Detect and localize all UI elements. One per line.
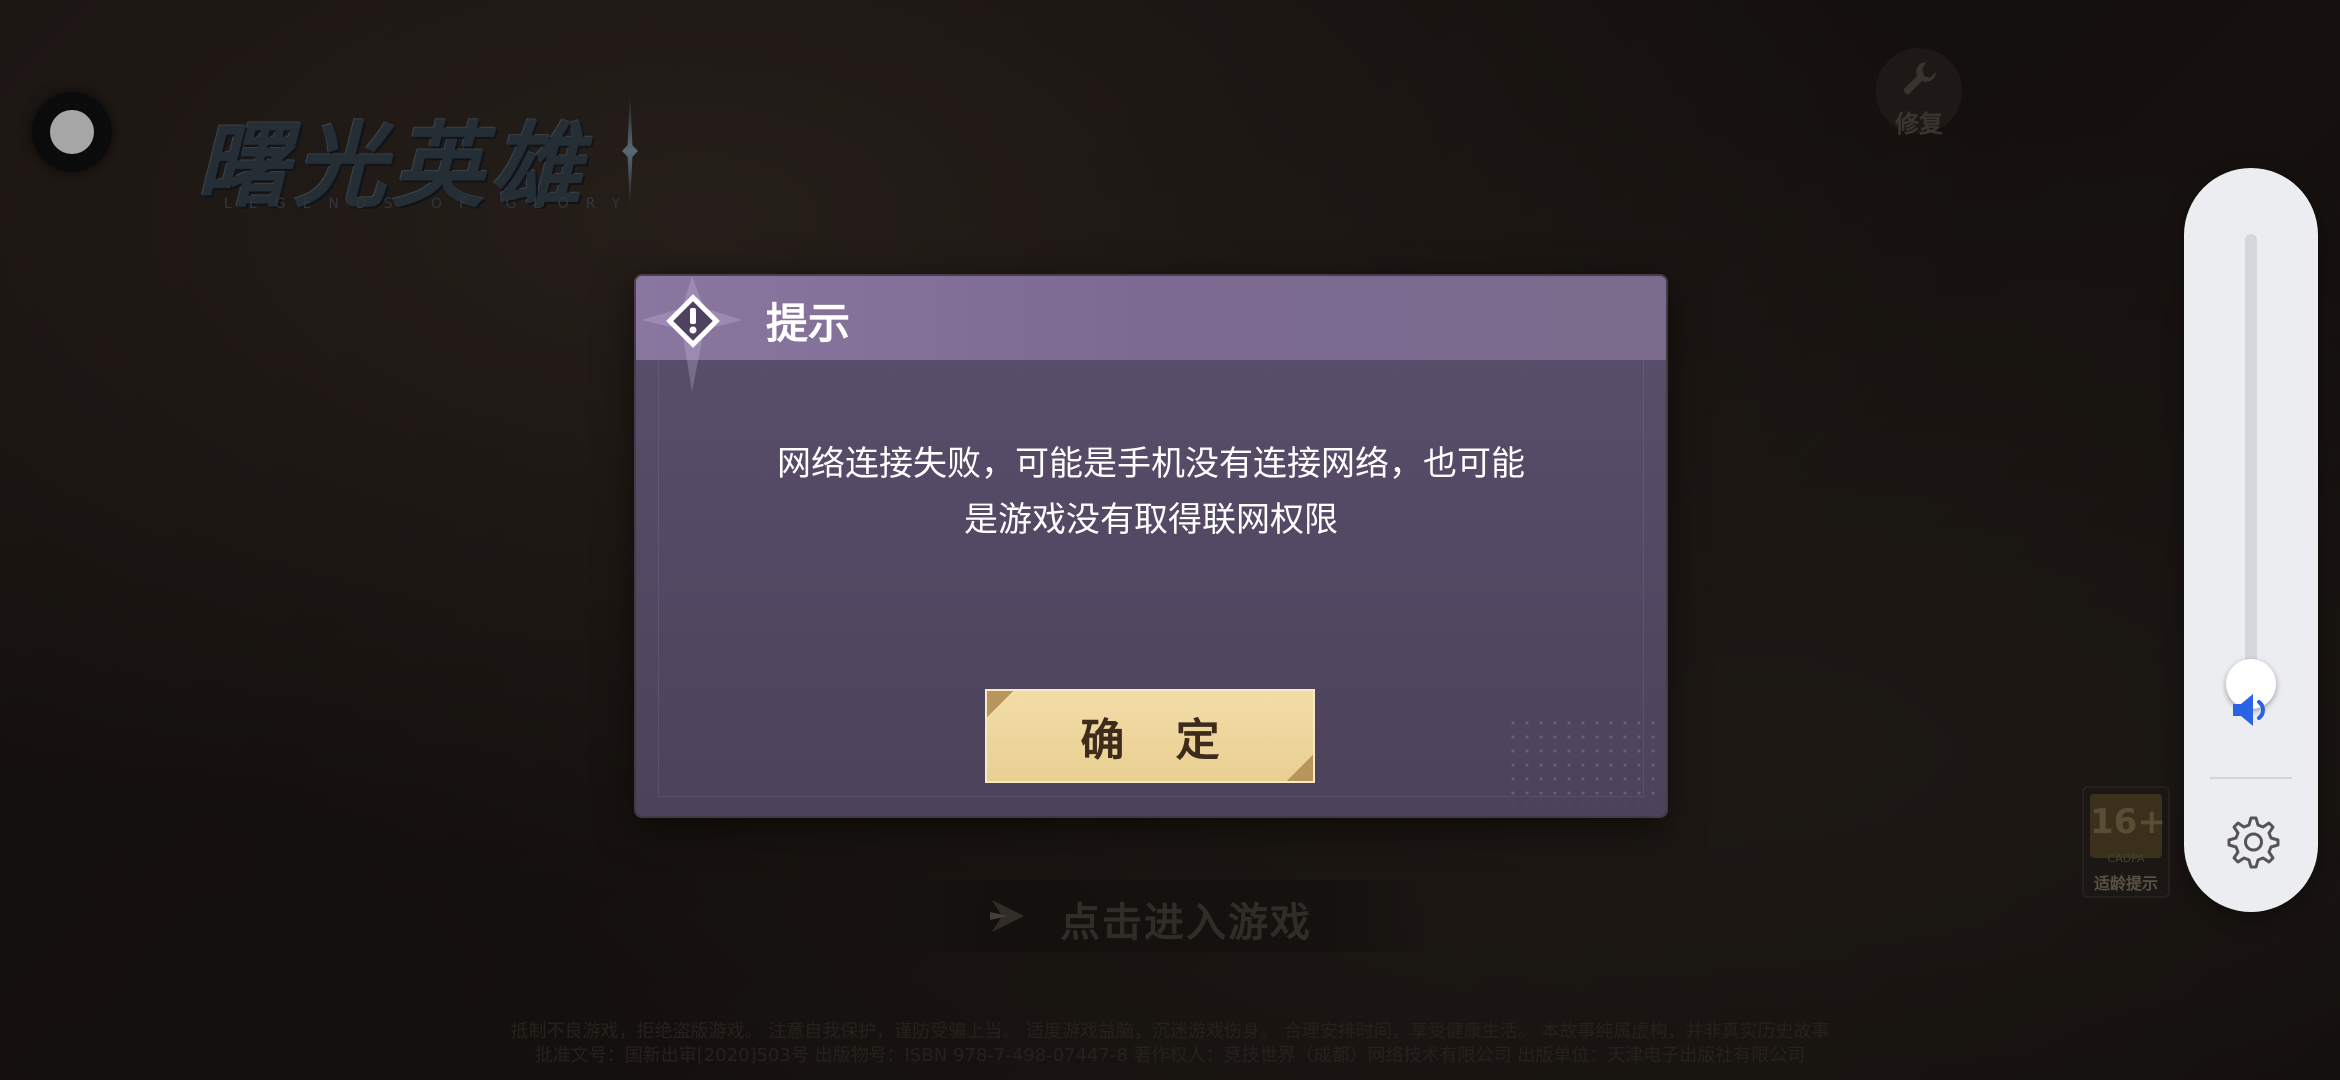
- dialog-dot-pattern: [1506, 716, 1656, 806]
- confirm-button[interactable]: 确 定: [985, 689, 1315, 783]
- game-screen: 曙光英雄 LEGENDS OF GLORY 修复 点击进入游戏 抵制不良游戏，拒…: [0, 0, 2340, 1080]
- volume-panel-divider: [2210, 777, 2292, 779]
- warning-icon: [642, 276, 742, 392]
- confirm-button-label: 确 定: [1080, 715, 1238, 766]
- button-corner-decoration: [1287, 755, 1313, 781]
- volume-slider-track[interactable]: [2245, 234, 2257, 708]
- button-corner-decoration: [987, 691, 1013, 717]
- gear-icon[interactable]: [2221, 812, 2281, 872]
- dialog-message: 网络连接失败，可能是手机没有连接网络，也可能是游戏没有取得联网权限: [777, 444, 1525, 540]
- network-error-dialog: 提示 网络连接失败，可能是手机没有连接网络，也可能是游戏没有取得联网权限 确 定: [636, 276, 1666, 816]
- speaker-icon[interactable]: [2227, 686, 2275, 734]
- volume-panel: [2184, 168, 2318, 912]
- dialog-title: 提示: [766, 299, 851, 348]
